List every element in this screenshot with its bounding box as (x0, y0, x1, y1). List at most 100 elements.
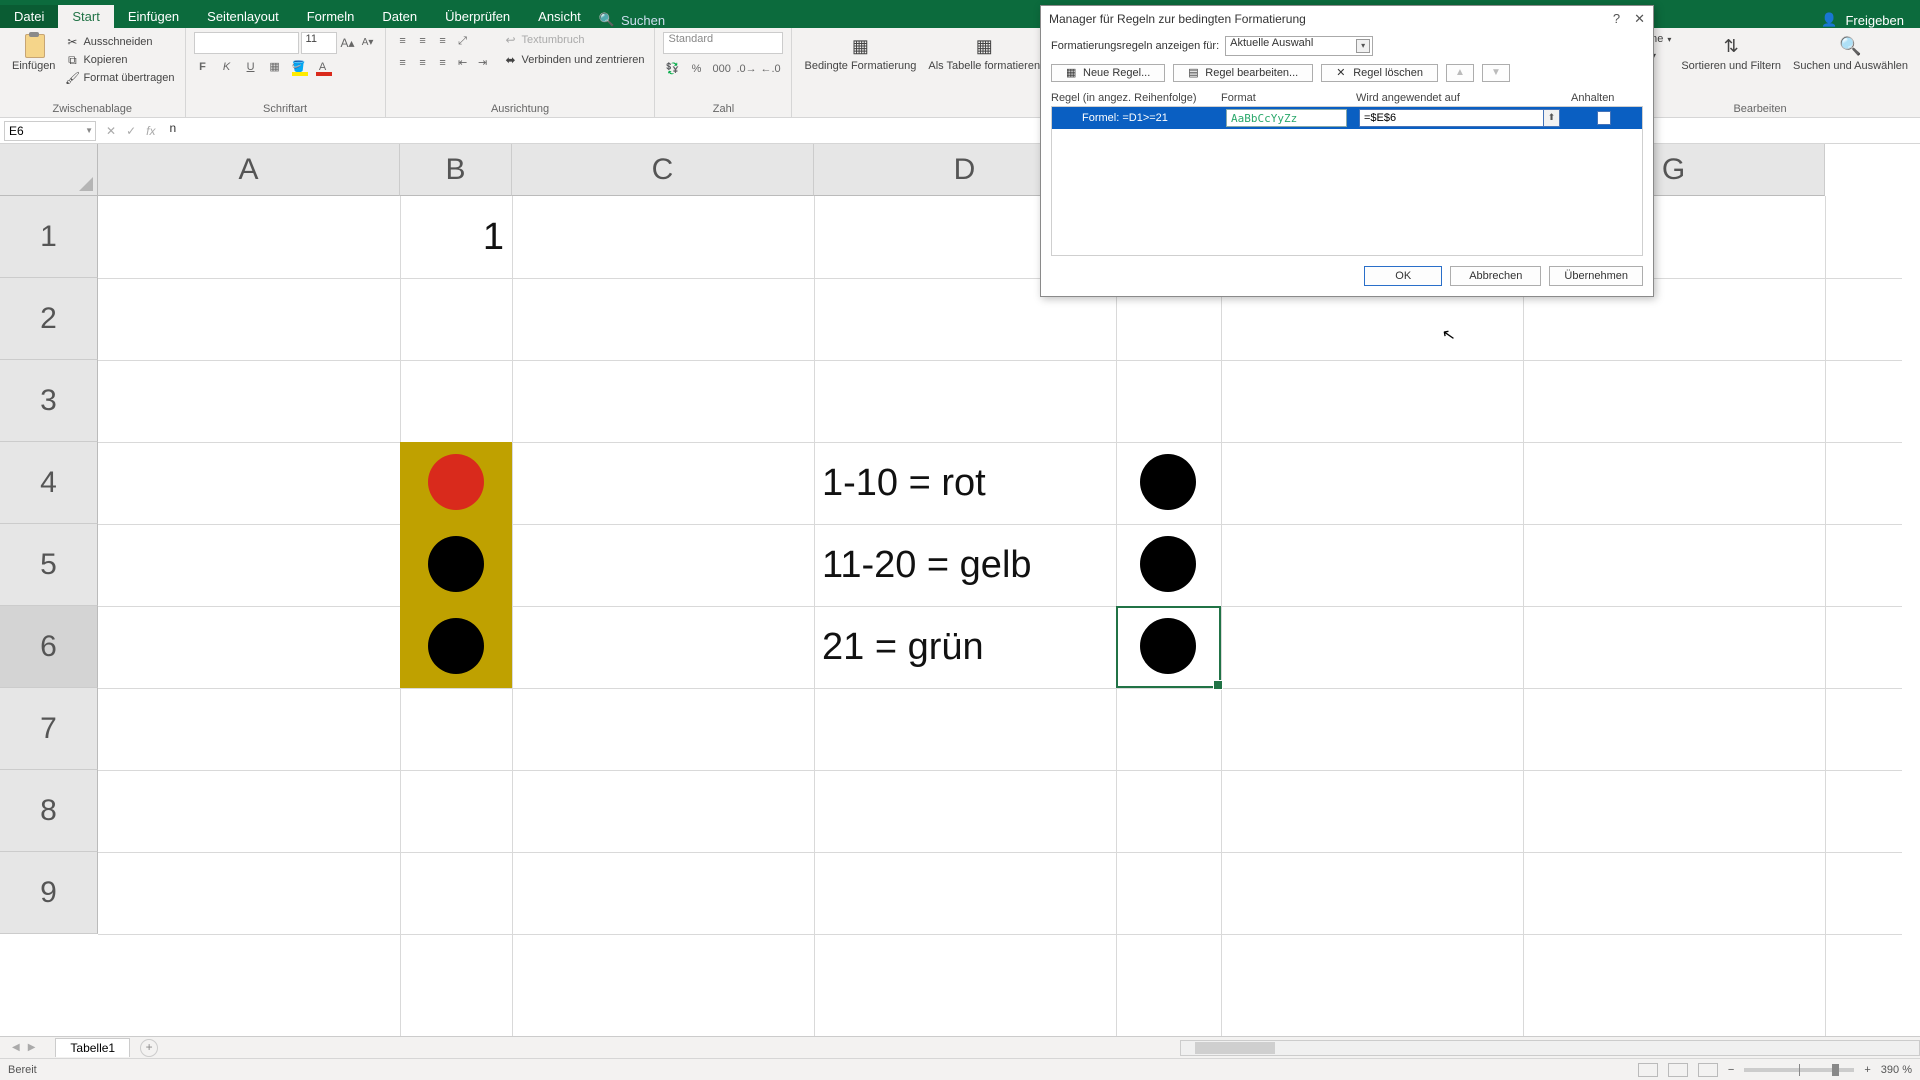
wrap-text-button[interactable]: ↩Textumbruch (502, 32, 647, 48)
edit-rule-button[interactable]: ▤Regel bearbeiten... (1173, 64, 1313, 82)
fx-button[interactable]: fx (146, 124, 155, 138)
share-button[interactable]: Freigeben (1845, 13, 1904, 28)
cut-button[interactable]: ✂Ausschneiden (63, 34, 176, 50)
merge-center-button[interactable]: ⬌Verbinden und zentrieren (502, 52, 647, 68)
ok-button[interactable]: OK (1364, 266, 1442, 286)
sheet-tab-1[interactable]: Tabelle1 (55, 1038, 130, 1057)
row-header-7[interactable]: 7 (0, 688, 98, 770)
move-down-button[interactable]: ▼ (1482, 64, 1510, 82)
font-color-button[interactable]: A (314, 58, 332, 76)
align-middle-button[interactable]: ≡ (414, 32, 432, 50)
decrease-font-button[interactable]: A▾ (359, 34, 377, 52)
find-select-button[interactable]: 🔍 Suchen und Auswählen (1789, 32, 1912, 74)
conditional-formatting-button[interactable]: ▦ Bedingte Formatierung (800, 32, 920, 74)
tab-file[interactable]: Datei (0, 5, 58, 28)
tab-formulas[interactable]: Formeln (293, 5, 369, 28)
tab-view[interactable]: Ansicht (524, 5, 595, 28)
range-picker-icon[interactable]: ⬆ (1543, 110, 1559, 126)
percent-button[interactable]: % (687, 60, 705, 78)
col-header-C[interactable]: C (512, 144, 814, 196)
font-size-combo[interactable]: 11 (301, 32, 337, 54)
add-sheet-button[interactable]: + (140, 1039, 158, 1057)
row-header-8[interactable]: 8 (0, 770, 98, 852)
rule-applies-to-input[interactable]: =$E$6⬆ (1359, 109, 1560, 127)
border-button[interactable]: ▦ (266, 58, 284, 76)
align-right-button[interactable]: ≡ (434, 54, 452, 72)
apply-button[interactable]: Übernehmen (1549, 266, 1643, 286)
sheet-nav-prev[interactable]: ◀ (12, 1042, 20, 1053)
zoom-slider[interactable] (1744, 1068, 1854, 1072)
align-left-button[interactable]: ≡ (394, 54, 412, 72)
indent-increase-button[interactable]: ⇥ (474, 54, 492, 72)
bold-button[interactable]: F (194, 58, 212, 76)
move-up-button[interactable]: ▲ (1446, 64, 1474, 82)
zoom-out-button[interactable]: − (1728, 1064, 1734, 1076)
rules-list[interactable]: Formel: =D1>=21 AaBbCcYyZz =$E$6⬆ (1051, 106, 1643, 256)
search-placeholder: Suchen (621, 13, 665, 28)
italic-button[interactable]: K (218, 58, 236, 76)
row-header-6[interactable]: 6 (0, 606, 98, 688)
show-rules-for-label: Formatierungsregeln anzeigen für: (1051, 40, 1219, 52)
tab-data[interactable]: Daten (368, 5, 431, 28)
increase-font-button[interactable]: A▴ (339, 34, 357, 52)
dialog-titlebar[interactable]: Manager für Regeln zur bedingten Formati… (1041, 6, 1653, 32)
paste-button[interactable]: Einfügen (8, 32, 59, 74)
delete-rule-button[interactable]: ✕Regel löschen (1321, 64, 1438, 82)
row-header-3[interactable]: 3 (0, 360, 98, 442)
horizontal-scrollbar[interactable] (1180, 1040, 1920, 1056)
indent-decrease-button[interactable]: ⇤ (454, 54, 472, 72)
enter-formula-button[interactable]: ✓ (126, 124, 136, 138)
orientation-button[interactable]: ⤢ (454, 32, 472, 50)
sort-filter-icon: ⇅ (1719, 34, 1743, 58)
format-painter-button[interactable]: 🖌Format übertragen (63, 70, 176, 86)
name-box[interactable]: E6▼ (4, 121, 96, 141)
row-header-1[interactable]: 1 (0, 196, 98, 278)
tab-insert[interactable]: Einfügen (114, 5, 193, 28)
close-button[interactable]: ✕ (1634, 11, 1645, 27)
cell-B1[interactable]: 1 (400, 196, 512, 278)
sort-filter-button[interactable]: ⇅ Sortieren und Filtern (1677, 32, 1785, 74)
page-layout-view-button[interactable] (1668, 1063, 1688, 1077)
row-header-2[interactable]: 2 (0, 278, 98, 360)
cell-D5[interactable]: 11-20 = gelb (814, 524, 1116, 606)
align-bottom-button[interactable]: ≡ (434, 32, 452, 50)
increase-decimal-button[interactable]: .0→ (735, 60, 753, 78)
copy-button[interactable]: ⧉Kopieren (63, 52, 176, 68)
ribbon-search[interactable]: 🔍 Suchen (599, 12, 665, 28)
decrease-decimal-button[interactable]: ←.0 (759, 60, 777, 78)
new-rule-button[interactable]: ▦Neue Regel... (1051, 64, 1165, 82)
zoom-in-button[interactable]: + (1864, 1064, 1870, 1076)
help-button[interactable]: ? (1613, 11, 1620, 27)
row-header-9[interactable]: 9 (0, 852, 98, 934)
cancel-button[interactable]: Abbrechen (1450, 266, 1541, 286)
cell-D4[interactable]: 1-10 = rot (814, 442, 1116, 524)
number-format-combo[interactable]: Standard (663, 32, 783, 54)
col-header-B[interactable]: B (400, 144, 512, 196)
align-center-button[interactable]: ≡ (414, 54, 432, 72)
stop-if-true-checkbox[interactable] (1597, 111, 1611, 125)
font-name-combo[interactable] (194, 32, 299, 54)
accounting-button[interactable]: 💱 (663, 60, 681, 78)
select-all-button[interactable] (0, 144, 98, 196)
rule-row[interactable]: Formel: =D1>=21 AaBbCcYyZz =$E$6⬆ (1052, 107, 1642, 129)
align-top-button[interactable]: ≡ (394, 32, 412, 50)
col-header-stop: Anhalten (1571, 90, 1643, 106)
cell-D6[interactable]: 21 = grün (814, 606, 1116, 688)
normal-view-button[interactable] (1638, 1063, 1658, 1077)
fill-color-button[interactable]: 🪣 (290, 58, 308, 76)
row-header-4[interactable]: 4 (0, 442, 98, 524)
page-break-view-button[interactable] (1698, 1063, 1718, 1077)
tab-pagelayout[interactable]: Seitenlayout (193, 5, 293, 28)
tab-home[interactable]: Start (58, 5, 113, 28)
zoom-level[interactable]: 390 % (1881, 1064, 1912, 1076)
row-header-5[interactable]: 5 (0, 524, 98, 606)
col-header-A[interactable]: A (98, 144, 400, 196)
comma-button[interactable]: 000 (711, 60, 729, 78)
sheet-nav-next[interactable]: ▶ (28, 1042, 36, 1053)
underline-button[interactable]: U (242, 58, 260, 76)
show-rules-for-combo[interactable]: Aktuelle Auswahl ▾ (1225, 36, 1373, 56)
table-label: Als Tabelle formatieren (928, 60, 1040, 72)
format-as-table-button[interactable]: ▦ Als Tabelle formatieren (924, 32, 1044, 74)
cancel-formula-button[interactable]: ✕ (106, 124, 116, 138)
tab-review[interactable]: Überprüfen (431, 5, 524, 28)
